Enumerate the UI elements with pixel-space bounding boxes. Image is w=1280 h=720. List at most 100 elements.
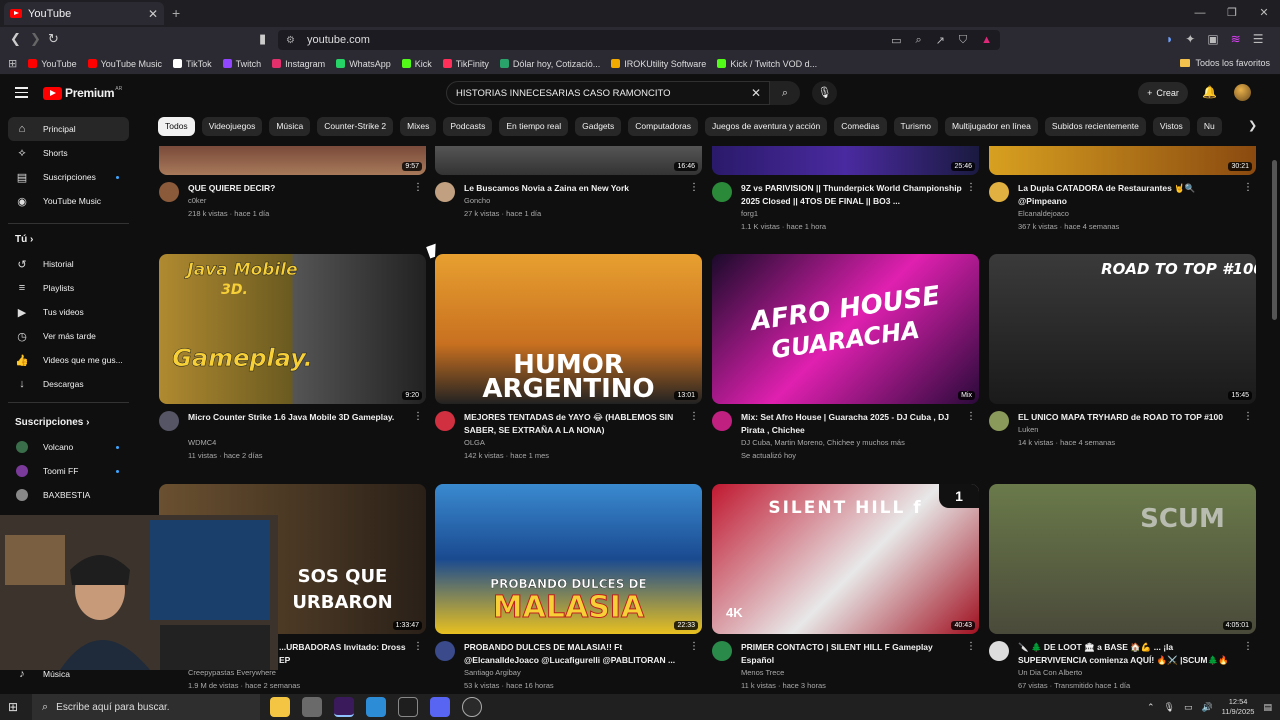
video-thumbnail[interactable]: Java Mobile 3D. Gameplay. 9:20 (159, 254, 426, 404)
chip-vistos[interactable]: Vistos (1152, 117, 1190, 136)
video-thumbnail[interactable]: SILENT HILL f 4K 1 40:43 (712, 484, 979, 634)
address-bar[interactable]: ⚙ youtube.com ▭ ⌕ ↗ ⛉ ▲ (278, 30, 1000, 50)
sidebar-sub-baxbestia[interactable]: BAXBESTIA (8, 483, 129, 507)
video-thumbnail[interactable]: 9:57 (159, 146, 426, 175)
more-options-icon[interactable]: ⋮ (413, 411, 423, 422)
more-options-icon[interactable]: ⋮ (966, 182, 976, 193)
chip-nu[interactable]: Nu (1196, 117, 1222, 136)
you-section-heading[interactable]: Tú › (15, 234, 33, 245)
zoom-icon[interactable]: ⌕ (915, 34, 921, 47)
chip-counter-strike-2[interactable]: Counter-Strike 2 (317, 117, 394, 136)
chip-m-sica[interactable]: Música (269, 117, 311, 136)
more-options-icon[interactable]: ⋮ (413, 182, 423, 193)
settings-gear-icon[interactable] (302, 697, 322, 717)
taskbar-search[interactable]: ⌕ Escribe aquí para buscar. (32, 694, 260, 720)
bookmark-item[interactable]: WhatsApp (336, 59, 391, 69)
channel-name[interactable]: Un Dia Con Alberto (1018, 668, 1082, 677)
sidebar-item-tus-videos[interactable]: ▶ Tus videos (8, 300, 129, 324)
network-icon[interactable]: ▭ (1184, 702, 1193, 713)
bookmark-item[interactable]: Kick / Twitch VOD d... (717, 59, 817, 69)
chip-mixes[interactable]: Mixes (400, 117, 437, 136)
extensions-icon[interactable]: ✦ (1185, 32, 1195, 46)
channel-avatar[interactable] (159, 411, 179, 431)
channel-name[interactable]: Elcanaldejoaco (1018, 209, 1069, 218)
video-title[interactable]: EL UNICO MAPA TRYHARD de ROAD TO TOP #10… (1018, 411, 1243, 424)
create-button[interactable]: + Crear (1138, 82, 1188, 104)
bookmark-item[interactable]: Kick (401, 59, 432, 69)
sidebar-item-shorts[interactable]: ⟡ Shorts (8, 141, 129, 165)
sidebar-item-ver-m-s-tarde[interactable]: ◷ Ver más tarde (8, 324, 129, 348)
video-thumbnail[interactable]: 25:46 (712, 146, 979, 175)
bookmark-item[interactable]: TikTok (172, 59, 212, 69)
video-title[interactable]: QUE QUIERE DECIR? (188, 182, 413, 195)
windows-start-icon[interactable]: ⊞ (0, 700, 26, 714)
channel-name[interactable]: Santiago Argibay (464, 668, 521, 677)
youtube-premium-logo[interactable]: Premium AR (43, 86, 122, 100)
sidebar-item-suscripciones[interactable]: ▤ Suscripciones (8, 165, 129, 189)
cast-icon[interactable]: ▭ (891, 34, 901, 47)
subscriptions-section-heading[interactable]: Suscripciones › (15, 417, 89, 428)
chip-juegos-de-aventura-y-acci-n[interactable]: Juegos de aventura y acción (705, 117, 828, 136)
translate-icon[interactable]: ◗ (1166, 32, 1173, 46)
sidebar-item-principal[interactable]: ⌂ Principal (8, 117, 129, 141)
new-tab-plus-icon[interactable]: + (172, 5, 180, 21)
video-thumbnail[interactable]: PROBANDO DULCES DE MALASIA 22:33 (435, 484, 702, 634)
minimize-icon[interactable]: — (1184, 0, 1216, 27)
video-thumbnail[interactable]: 30:21 (989, 146, 1256, 175)
chip-computadoras[interactable]: Computadoras (628, 117, 699, 136)
vpn-triangle-icon[interactable]: ▲ (981, 34, 992, 47)
bookmark-item[interactable]: Dólar hoy, Cotizació... (499, 59, 600, 69)
sidebar-item-descargas[interactable]: ↓ Descargas (8, 372, 129, 396)
channel-avatar[interactable] (712, 411, 732, 431)
video-title[interactable]: 🔪 🌲 DE LOOT 🏛 a BASE 🏠💪 ... ¡la SUPERVIV… (1018, 641, 1243, 667)
more-options-icon[interactable]: ⋮ (689, 182, 699, 193)
chip-todos[interactable]: Todos (158, 117, 195, 136)
video-thumbnail[interactable]: SCUM 4:05:01 (989, 484, 1256, 634)
chip-subidos-recientemente[interactable]: Subidos recientemente (1044, 117, 1146, 136)
more-options-icon[interactable]: ⋮ (1243, 411, 1253, 422)
wallet-icon[interactable]: ≋ (1231, 32, 1241, 46)
close-icon[interactable]: ✕ (148, 7, 158, 21)
clear-search-icon[interactable]: ✕ (751, 86, 761, 100)
chevron-up-icon[interactable]: ⌃ (1147, 702, 1155, 713)
chip-multijugador-en-l-nea[interactable]: Multijugador en línea (944, 117, 1038, 136)
chip-gadgets[interactable]: Gadgets (575, 117, 622, 136)
bookmark-item[interactable]: YouTube (28, 59, 77, 69)
channel-name[interactable]: c0ker (188, 196, 206, 205)
sidebar-sub-volcano[interactable]: Volcano (8, 435, 129, 459)
channel-name[interactable]: OLGA (464, 438, 485, 447)
channel-avatar[interactable] (435, 182, 455, 202)
video-title[interactable]: Le Buscamos Novia a Zaina en New York (464, 182, 689, 195)
sidebar-item-playlists[interactable]: ≡ Playlists (8, 276, 129, 300)
bookmark-item[interactable]: TikFinity (442, 59, 489, 69)
video-thumbnail[interactable]: 16:46 (435, 146, 702, 175)
video-title[interactable]: Micro Counter Strike 1.6 Java Mobile 3D … (188, 411, 413, 424)
more-options-icon[interactable]: ⋮ (966, 641, 976, 652)
notification-icon[interactable]: ▤ (1263, 702, 1272, 713)
voice-search-button[interactable]: 🎙 (812, 81, 837, 105)
shield-icon[interactable]: ⛉ (959, 34, 967, 47)
chip-videojuegos[interactable]: Videojuegos (201, 117, 263, 136)
search-input[interactable]: HISTORIAS INNECESARIAS CASO RAMONCITO ✕ (446, 81, 770, 105)
bookmark-icon[interactable]: ▮ (259, 31, 266, 47)
bookmarks-folder[interactable]: Todos los favoritos (1180, 58, 1270, 68)
video-title[interactable]: La Dupla CATADORA de Restaurantes 🤘🔍 @Pi… (1018, 182, 1243, 208)
channel-avatar[interactable] (989, 411, 1009, 431)
video-title[interactable]: 9Z vs PARIVISION || Thunderpick World Ch… (741, 182, 966, 208)
browser-app-icon[interactable] (334, 697, 354, 717)
chip-turismo[interactable]: Turismo (893, 117, 938, 136)
channel-avatar[interactable] (712, 182, 732, 202)
tab-youtube[interactable]: YouTube ✕ (4, 2, 164, 25)
more-options-icon[interactable]: ⋮ (1243, 182, 1253, 193)
channel-name[interactable]: Menos Trece (741, 668, 784, 677)
window-close-icon[interactable]: ✕ (1248, 0, 1280, 27)
share-icon[interactable]: ↗ (936, 34, 945, 47)
bookmark-item[interactable]: Instagram (272, 59, 325, 69)
site-info-icon[interactable]: ⚙ (286, 35, 295, 46)
channel-name[interactable]: Goncho (464, 196, 490, 205)
video-title[interactable]: Mix: Set Afro House | Guaracha 2025 - DJ… (741, 411, 966, 437)
discord-icon[interactable] (430, 697, 450, 717)
bookmark-item[interactable]: IROKUtility Software (611, 59, 706, 69)
steam-icon[interactable] (462, 697, 482, 717)
channel-avatar[interactable] (435, 641, 455, 661)
